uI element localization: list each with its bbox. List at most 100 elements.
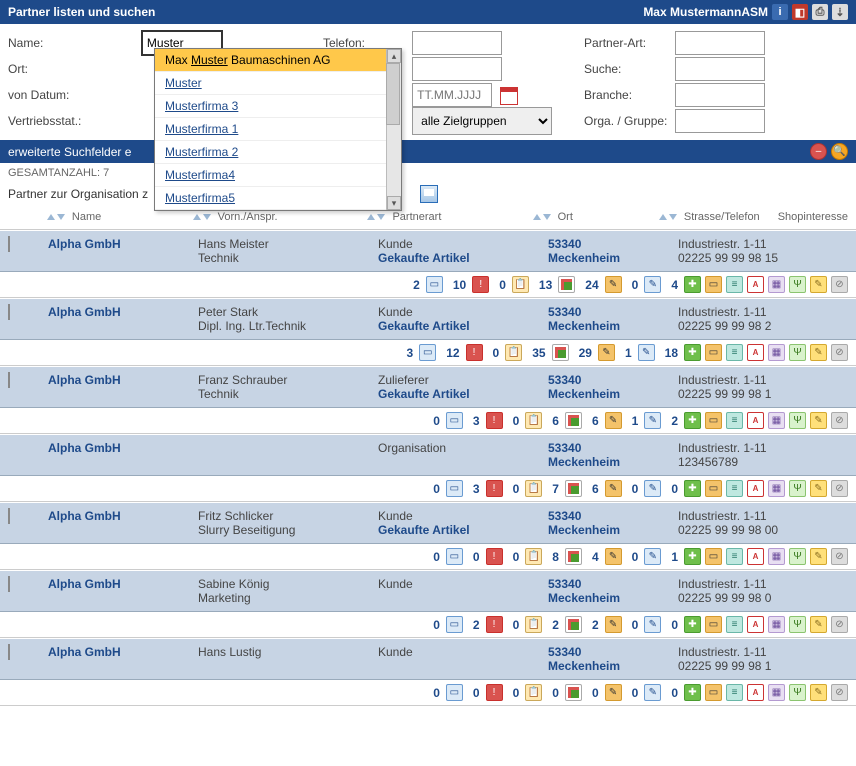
col-vorn[interactable]: Vorn./Anspr. — [218, 211, 278, 223]
fork-icon[interactable]: Ψ — [789, 684, 806, 701]
info-icon[interactable]: i — [772, 4, 788, 20]
pencil-icon[interactable]: ✎ — [810, 548, 827, 565]
alert-icon[interactable]: ! — [466, 344, 483, 361]
cube-icon[interactable] — [565, 616, 582, 633]
row-checkbox[interactable] — [8, 644, 10, 660]
sort-desc-icon[interactable] — [203, 214, 211, 220]
clipboard-icon[interactable]: 📋 — [525, 548, 542, 565]
bought-articles-link[interactable]: Gekaufte Artikel — [378, 387, 548, 401]
alert-icon[interactable]: ! — [472, 276, 489, 293]
disable-icon[interactable]: ⊘ — [831, 344, 848, 361]
sort-desc-icon[interactable] — [57, 214, 65, 220]
grid-icon[interactable]: ▦ — [768, 276, 785, 293]
image-icon[interactable]: ▭ — [446, 616, 463, 633]
fork-icon[interactable]: Ψ — [789, 548, 806, 565]
orga-input[interactable] — [675, 109, 765, 133]
pencil-icon[interactable]: ✎ — [810, 480, 827, 497]
grid-icon[interactable]: ▦ — [768, 480, 785, 497]
clipboard-icon[interactable]: 📋 — [505, 344, 522, 361]
col-strasse[interactable]: Strasse/Telefon — [684, 211, 760, 223]
company-link[interactable]: Alpha GmbH — [48, 237, 121, 251]
clipboard-icon[interactable]: 📋 — [525, 412, 542, 429]
alert-icon[interactable]: ! — [486, 480, 503, 497]
card-icon[interactable]: ≡ — [726, 548, 743, 565]
book-icon[interactable]: ▭ — [705, 344, 722, 361]
row-checkbox[interactable] — [8, 304, 10, 320]
company-link[interactable]: Alpha GmbH — [48, 509, 121, 523]
cube-icon[interactable] — [565, 684, 582, 701]
pencil-icon[interactable]: ✎ — [810, 684, 827, 701]
calendar-icon[interactable] — [500, 87, 518, 105]
edit-icon[interactable]: ✎ — [644, 616, 661, 633]
add-icon[interactable]: ✚ — [684, 344, 701, 361]
book-icon[interactable]: ▭ — [705, 480, 722, 497]
fork-icon[interactable]: Ψ — [789, 480, 806, 497]
note-icon[interactable]: ✎ — [605, 412, 622, 429]
alert-icon[interactable]: ◧ — [792, 4, 808, 20]
alert-icon[interactable]: ! — [486, 548, 503, 565]
autocomplete-item[interactable]: Musterfirma 2 — [155, 141, 401, 164]
cube-icon[interactable] — [565, 412, 582, 429]
disable-icon[interactable]: ⊘ — [831, 276, 848, 293]
scroll-up-icon[interactable]: ▴ — [387, 49, 401, 63]
book-icon[interactable]: ▭ — [705, 616, 722, 633]
sort-asc-icon[interactable] — [47, 214, 55, 220]
row-checkbox[interactable] — [8, 508, 10, 524]
grid-icon[interactable]: ▦ — [768, 684, 785, 701]
add-icon[interactable]: ✚ — [684, 276, 701, 293]
book-icon[interactable]: ▭ — [705, 276, 722, 293]
edit-icon[interactable]: ✎ — [644, 480, 661, 497]
edit-icon[interactable]: ✎ — [644, 684, 661, 701]
grid-icon[interactable]: ▦ — [768, 412, 785, 429]
clipboard-icon[interactable]: 📋 — [525, 684, 542, 701]
bought-articles-link[interactable]: Gekaufte Artikel — [378, 319, 548, 333]
bought-articles-link[interactable]: Gekaufte Artikel — [378, 523, 548, 537]
telefon-input[interactable] — [412, 31, 502, 55]
pencil-icon[interactable]: ✎ — [810, 616, 827, 633]
company-link[interactable]: Alpha GmbH — [48, 305, 121, 319]
edit-icon[interactable]: ✎ — [644, 276, 661, 293]
print-icon[interactable]: ⎙ — [812, 4, 828, 20]
fork-icon[interactable]: Ψ — [789, 616, 806, 633]
grid-icon[interactable]: ▦ — [768, 548, 785, 565]
image-icon[interactable]: ▭ — [419, 344, 436, 361]
dropdown-scrollbar[interactable]: ▴ ▾ — [386, 49, 401, 210]
pencil-icon[interactable]: ✎ — [810, 412, 827, 429]
cube-icon[interactable] — [552, 344, 569, 361]
sort-desc-icon[interactable] — [377, 214, 385, 220]
cube-icon[interactable] — [565, 548, 582, 565]
pencil-icon[interactable]: ✎ — [810, 344, 827, 361]
scroll-thumb[interactable] — [386, 63, 400, 125]
row-checkbox[interactable] — [8, 236, 10, 252]
row-checkbox[interactable] — [8, 576, 10, 592]
pdf-icon[interactable]: A — [747, 276, 764, 293]
edit-icon[interactable]: ✎ — [638, 344, 655, 361]
company-link[interactable]: Alpha GmbH — [48, 577, 121, 591]
pdf-icon[interactable]: A — [747, 684, 764, 701]
sort-asc-icon[interactable] — [367, 214, 375, 220]
disable-icon[interactable]: ⊘ — [831, 616, 848, 633]
card-icon[interactable]: ≡ — [726, 684, 743, 701]
alert-icon[interactable]: ! — [486, 412, 503, 429]
card-icon[interactable]: ≡ — [726, 480, 743, 497]
autocomplete-item[interactable]: Musterfirma 3 — [155, 95, 401, 118]
row-checkbox[interactable] — [8, 372, 10, 388]
note-icon[interactable]: ✎ — [605, 480, 622, 497]
card-icon[interactable]: ≡ — [726, 412, 743, 429]
sort-asc-icon[interactable] — [533, 214, 541, 220]
zielgruppe-select[interactable]: alle Zielgruppen — [412, 107, 552, 135]
col-partnerart[interactable]: Partnerart — [392, 211, 441, 223]
add-icon[interactable]: ✚ — [684, 548, 701, 565]
alert-icon[interactable]: ! — [486, 684, 503, 701]
add-icon[interactable]: ✚ — [684, 616, 701, 633]
cube-icon[interactable] — [565, 480, 582, 497]
col-ort[interactable]: Ort — [558, 211, 573, 223]
note-icon[interactable]: ✎ — [598, 344, 615, 361]
image-icon[interactable]: ▭ — [446, 480, 463, 497]
card-icon[interactable]: ≡ — [726, 344, 743, 361]
pdf-icon[interactable]: A — [747, 412, 764, 429]
disable-icon[interactable]: ⊘ — [831, 480, 848, 497]
autocomplete-item[interactable]: Max Muster Baumaschinen AG — [155, 49, 401, 72]
book-icon[interactable]: ▭ — [705, 412, 722, 429]
note-icon[interactable]: ✎ — [605, 276, 622, 293]
